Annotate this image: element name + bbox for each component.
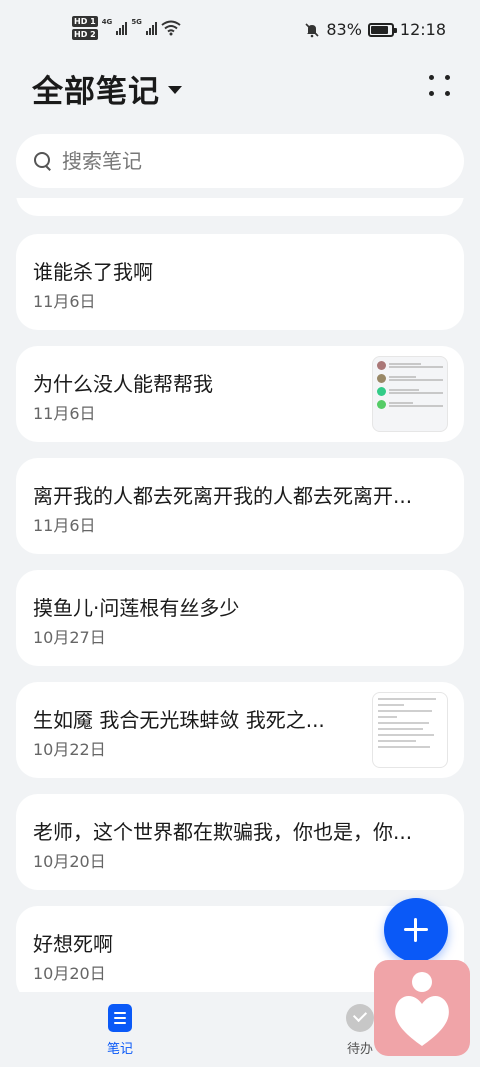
hd2-icon: HD 2 xyxy=(72,29,98,40)
notes-icon xyxy=(108,1004,132,1032)
note-title: 为什么没人能帮帮我 xyxy=(33,372,213,396)
heart-icon xyxy=(395,995,449,1046)
note-card[interactable]: 老师，这个世界都在欺骗我，你也是，你... 10月20日 xyxy=(16,794,464,890)
notes-list[interactable]: 谁能杀了我啊 11月6日 为什么没人能帮帮我 11月6日 离开我的人都去死离开我… xyxy=(16,198,464,992)
note-card[interactable]: 离开我的人都去死离开我的人都去死离开... 11月6日 xyxy=(16,458,464,554)
note-title: 谁能杀了我啊 xyxy=(33,260,153,284)
status-bar: HD 1 HD 2 4G 5G 83% 12:18 xyxy=(0,0,480,62)
partial-note-card[interactable] xyxy=(16,198,464,216)
person-head-icon xyxy=(412,972,432,992)
more-options-button[interactable] xyxy=(424,70,460,106)
note-date: 10月22日 xyxy=(33,740,106,759)
note-title: 生如魇 我合无光珠蚌敛 我死之... xyxy=(33,708,325,732)
signal-indicators: HD 1 HD 2 4G 5G xyxy=(72,16,181,40)
note-card[interactable]: 为什么没人能帮帮我 11月6日 xyxy=(16,346,464,442)
note-date: 10月20日 xyxy=(33,852,106,871)
hd-icons: HD 1 HD 2 xyxy=(72,16,98,40)
note-title: 老师，这个世界都在欺骗我，你也是，你... xyxy=(33,820,413,844)
search-input[interactable] xyxy=(62,149,422,173)
note-card[interactable]: 谁能杀了我啊 11月6日 xyxy=(16,234,464,330)
search-bar[interactable] xyxy=(16,134,464,188)
signal-2-icon xyxy=(145,21,157,35)
checkmark-icon xyxy=(346,1004,374,1032)
wifi-icon xyxy=(161,20,181,36)
note-date: 10月20日 xyxy=(33,964,106,983)
note-date: 10月27日 xyxy=(33,628,106,647)
note-title: 好想死啊 xyxy=(33,932,113,956)
search-icon xyxy=(34,152,52,170)
note-card[interactable]: 摸鱼儿·问莲根有丝多少 10月27日 xyxy=(16,570,464,666)
battery-icon xyxy=(367,22,397,37)
signal-1-icon xyxy=(116,21,128,35)
network-type-1: 4G xyxy=(101,18,113,26)
hd1-icon: HD 1 xyxy=(72,16,98,27)
note-date: 11月6日 xyxy=(33,516,96,535)
network-type-2: 5G xyxy=(131,18,142,26)
battery-fill xyxy=(370,25,388,34)
tab-notes-label: 笔记 xyxy=(106,1042,133,1057)
document-thumbnail xyxy=(372,692,448,768)
note-card[interactable]: 生如魇 我合无光珠蚌敛 我死之... 10月22日 xyxy=(16,682,464,778)
clock: 12:18 xyxy=(399,20,446,39)
app-header: 全部笔记 xyxy=(32,64,450,112)
note-date: 11月6日 xyxy=(33,404,96,423)
battery-percent: 83% xyxy=(326,20,362,39)
caret-down-icon[interactable] xyxy=(168,86,182,94)
tab-notes[interactable]: 笔记 xyxy=(90,1004,150,1057)
floating-widget[interactable] xyxy=(374,960,470,1056)
status-right: 83% 12:18 xyxy=(304,20,446,39)
bell-muted-icon xyxy=(305,22,319,37)
add-note-button[interactable] xyxy=(384,898,448,962)
chat-thumbnail xyxy=(372,356,448,432)
note-date: 11月6日 xyxy=(33,292,96,311)
note-title: 摸鱼儿·问莲根有丝多少 xyxy=(33,596,240,620)
note-title: 离开我的人都去死离开我的人都去死离开... xyxy=(33,484,413,508)
page-title[interactable]: 全部笔记 xyxy=(32,66,160,111)
